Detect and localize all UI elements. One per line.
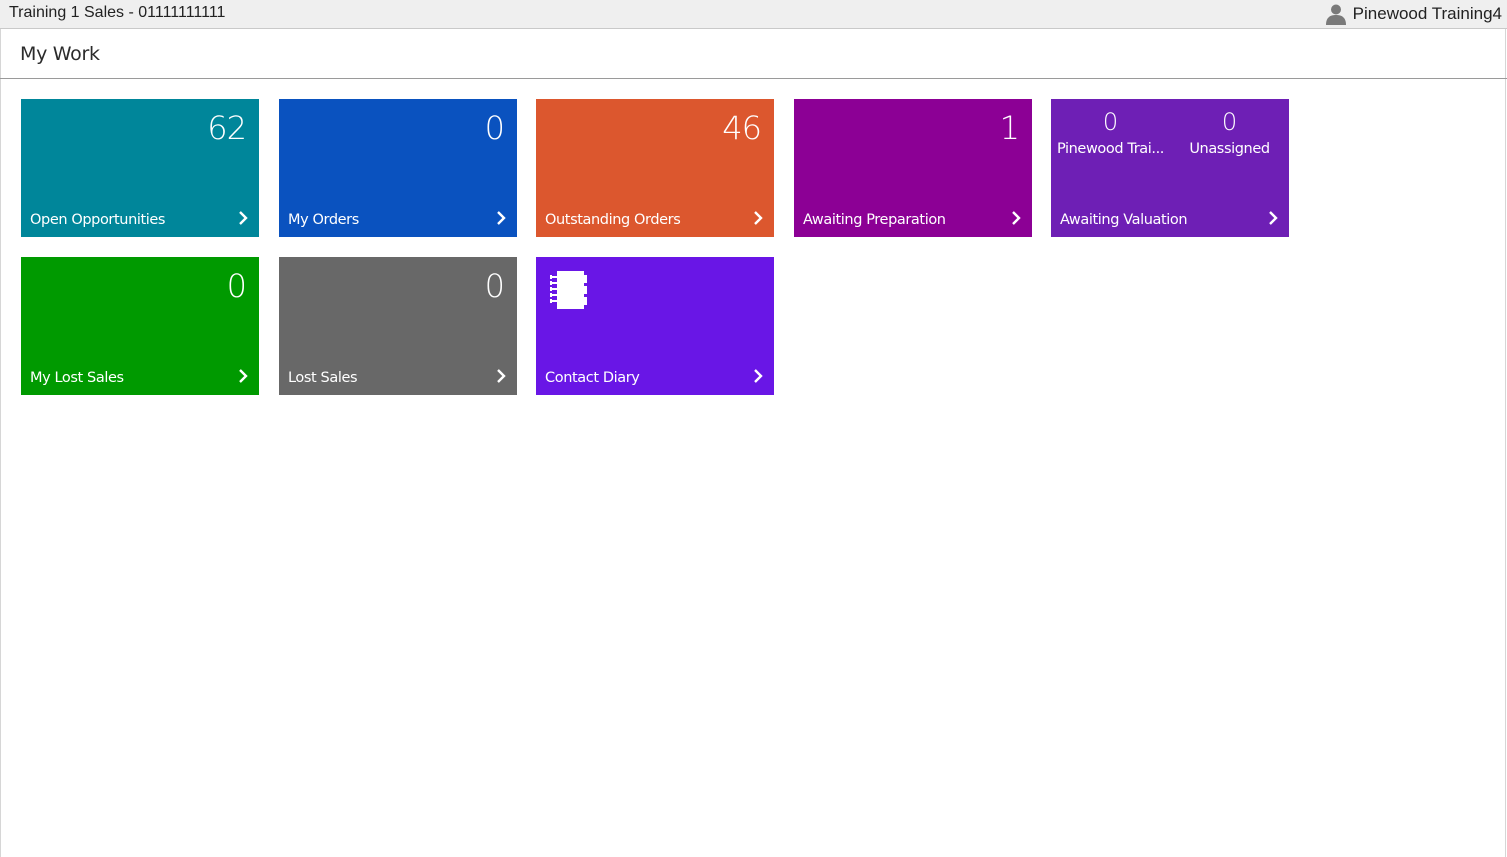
page-header: My Work: [0, 29, 1507, 79]
chevron-right-icon: [497, 369, 506, 383]
chevron-right-icon: [754, 211, 763, 225]
chevron-right-icon: [1269, 211, 1278, 225]
user-name: Pinewood Training4: [1352, 4, 1502, 23]
tile-my-lost-sales[interactable]: 0 My Lost Sales: [21, 257, 259, 395]
tile-label: Awaiting Valuation: [1060, 212, 1188, 228]
chevron-right-icon: [1012, 211, 1021, 225]
split-label: Pinewood Trai...: [1056, 141, 1164, 157]
window-title: Training 1 Sales - 01111111111: [9, 4, 226, 21]
chevron-right-icon: [754, 369, 763, 383]
tile-label: Awaiting Preparation: [803, 212, 946, 228]
valuation-pinewood-count[interactable]: 0 Pinewood Trai...: [1051, 107, 1170, 157]
title-bar: Training 1 Sales - 01111111111 Pinewood …: [0, 0, 1507, 29]
tile-contact-diary[interactable]: Contact Diary: [536, 257, 774, 395]
tile-open-opportunities[interactable]: 62 Open Opportunities: [21, 99, 259, 237]
chevron-right-icon: [239, 211, 248, 225]
split-count: 0: [1221, 108, 1238, 136]
chevron-right-icon: [239, 369, 248, 383]
notebook-icon: [550, 271, 587, 309]
tile-label: Outstanding Orders: [545, 212, 681, 228]
tile-count: 0: [226, 267, 247, 305]
tile-outstanding-orders[interactable]: 46 Outstanding Orders: [536, 99, 774, 237]
tile-label: My Lost Sales: [30, 370, 124, 386]
tile-label: My Orders: [288, 212, 359, 228]
tile-count: 46: [722, 109, 762, 147]
tile-count: 1: [999, 109, 1020, 147]
user-menu[interactable]: Pinewood Training4: [1325, 3, 1502, 25]
tile-count: 0: [484, 109, 505, 147]
tile-count: 62: [207, 109, 247, 147]
user-icon: [1325, 4, 1346, 25]
page-title: My Work: [20, 43, 100, 65]
tile-label: Contact Diary: [545, 370, 640, 386]
valuation-unassigned-count[interactable]: 0 Unassigned: [1170, 107, 1289, 157]
tile-awaiting-valuation[interactable]: 0 Pinewood Trai... 0 Unassigned Awaiting…: [1051, 99, 1289, 237]
tile-lost-sales[interactable]: 0 Lost Sales: [279, 257, 517, 395]
tile-my-orders[interactable]: 0 My Orders: [279, 99, 517, 237]
tile-count: 0: [484, 267, 505, 305]
split-label: Unassigned: [1189, 141, 1270, 157]
tile-label: Open Opportunities: [30, 212, 166, 228]
tile-awaiting-preparation[interactable]: 1 Awaiting Preparation: [794, 99, 1032, 237]
split-count: 0: [1102, 108, 1119, 136]
tile-label: Lost Sales: [288, 370, 358, 386]
chevron-right-icon: [497, 211, 506, 225]
